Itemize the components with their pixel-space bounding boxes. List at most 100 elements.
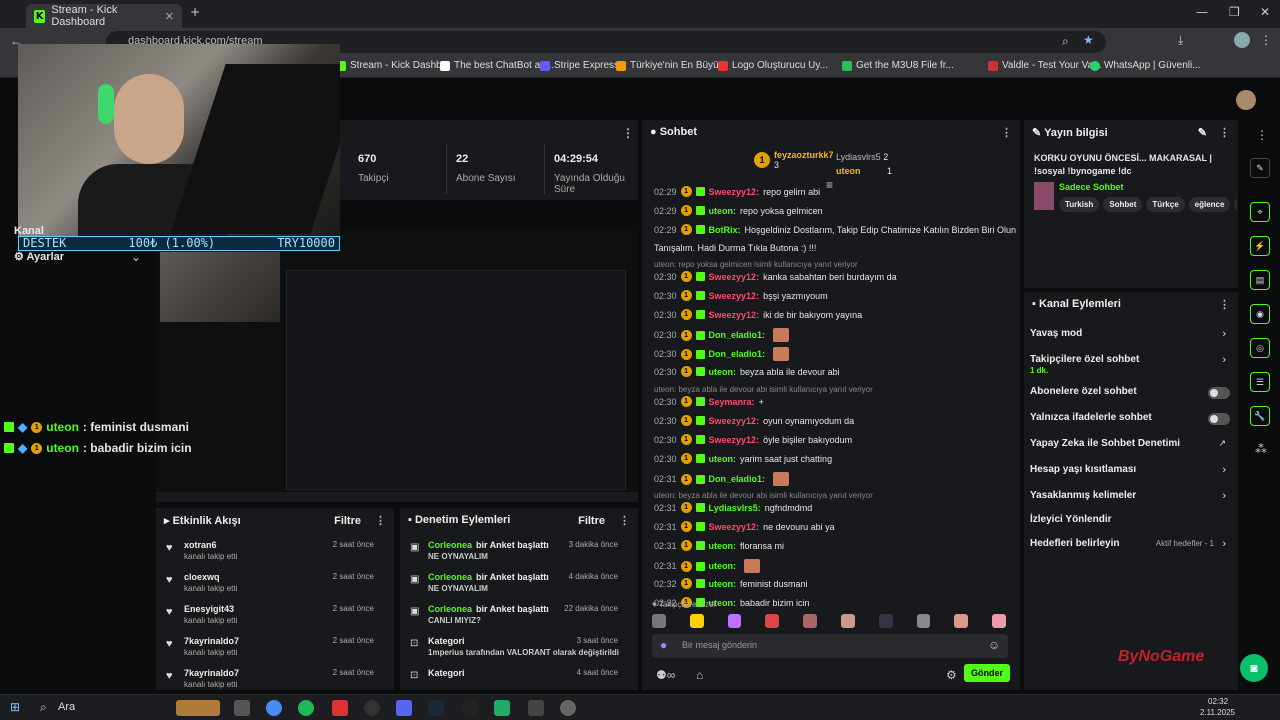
chat-username[interactable]: uteon: bbox=[709, 541, 737, 551]
chat-username[interactable]: uteon: bbox=[709, 561, 737, 571]
mic-icon[interactable]: ● bbox=[660, 638, 667, 652]
chat-username[interactable]: Don_eladio1: bbox=[709, 474, 766, 484]
menu-icon[interactable]: ⋮ bbox=[1260, 33, 1272, 47]
moderation-menu-icon[interactable]: ⋮ bbox=[619, 515, 630, 527]
emote[interactable] bbox=[992, 614, 1006, 628]
close-tab-icon[interactable]: ✕ bbox=[165, 10, 174, 23]
channel-action-item[interactable]: Yavaş mod › bbox=[1024, 328, 1238, 348]
collapse-icon[interactable]: ≡ bbox=[826, 178, 833, 192]
side-broadcast-button[interactable]: ◎ bbox=[1250, 338, 1270, 358]
bookmark-item[interactable]: WhatsApp | Güvenli... bbox=[1090, 60, 1201, 71]
chevron-right-icon[interactable]: › bbox=[1222, 538, 1226, 550]
chat-menu-icon[interactable]: ⋮ bbox=[1001, 126, 1012, 139]
chevron-down-icon[interactable]: ⌄ bbox=[131, 250, 141, 264]
chat-username[interactable]: Don_eladio1: bbox=[709, 330, 766, 340]
steam-icon[interactable] bbox=[428, 700, 444, 716]
chevron-right-icon[interactable]: › bbox=[1222, 490, 1226, 502]
external-link-icon[interactable]: ↗ bbox=[1218, 438, 1226, 449]
channel-action-item[interactable]: Abonelere özel sohbet bbox=[1024, 386, 1238, 406]
channel-action-item[interactable]: Takipçilere özel sohbet 1 dk. › bbox=[1024, 354, 1238, 375]
emote[interactable] bbox=[765, 614, 780, 628]
maximize-icon[interactable]: ❐ bbox=[1229, 5, 1240, 19]
emote[interactable] bbox=[878, 614, 893, 628]
app-icon[interactable] bbox=[528, 700, 544, 716]
moderation-item[interactable]: ⊡ Kategori 1mperius tarafından VALORANT ol… bbox=[410, 636, 628, 666]
emote[interactable] bbox=[727, 614, 742, 628]
taskbar-search[interactable]: Ara bbox=[58, 701, 75, 713]
side-chat-button[interactable]: ◉ bbox=[1250, 304, 1270, 324]
emote[interactable] bbox=[840, 614, 855, 628]
side-list-button[interactable]: ☰ bbox=[1250, 372, 1270, 392]
channel-action-item[interactable]: Yasaklanmış kelimeler › bbox=[1024, 490, 1238, 510]
side-menu-icon[interactable]: ⋮ bbox=[1256, 128, 1268, 142]
chat-username[interactable]: Sweezyy12: bbox=[709, 522, 760, 532]
chat-username[interactable]: Sweezyy12: bbox=[709, 187, 760, 197]
nav-ayarlar[interactable]: ⚙ Ayarlar bbox=[14, 250, 64, 263]
nav-kanal[interactable]: Kanal bbox=[14, 225, 44, 237]
activity-item[interactable]: ♥ Enesyigit43 kanalı takip etti 2 saat önce bbox=[166, 604, 384, 634]
close-window-icon[interactable]: ✕ bbox=[1260, 5, 1270, 19]
toggle-switch[interactable] bbox=[1208, 387, 1230, 399]
chat-username[interactable]: uteon: bbox=[709, 579, 737, 589]
app-icon[interactable] bbox=[494, 700, 510, 716]
bookmark-item[interactable]: Valdle - Test Your Va... bbox=[988, 60, 1102, 71]
activity-item[interactable]: ♥ 7kayrinaldo7 kanalı takip etti 2 saat önc… bbox=[166, 636, 384, 666]
minimize-icon[interactable]: — bbox=[1196, 5, 1208, 19]
category-name[interactable]: Sadece Sohbet bbox=[1059, 182, 1124, 192]
zoom-icon[interactable]: ⌕ bbox=[1062, 34, 1069, 49]
taskview-icon[interactable] bbox=[234, 700, 250, 716]
search-icon[interactable]: ⌕ bbox=[40, 700, 47, 715]
store-icon[interactable]: ⌂ bbox=[696, 668, 703, 682]
chat-settings-icon[interactable]: ⚙ bbox=[946, 668, 957, 682]
download-icon[interactable]: ⤓ bbox=[1178, 33, 1183, 48]
chat-username[interactable]: uteon: bbox=[709, 206, 737, 216]
emote[interactable] bbox=[954, 614, 969, 628]
emote[interactable] bbox=[652, 614, 666, 628]
channel-action-item[interactable]: Hesap yaşı kısıtlaması › bbox=[1024, 464, 1238, 484]
discord-icon[interactable] bbox=[396, 700, 412, 716]
chat-username[interactable]: uteon: bbox=[709, 367, 737, 377]
send-button[interactable]: Gönder bbox=[964, 664, 1010, 682]
activity-menu-icon[interactable]: ⋮ bbox=[375, 515, 386, 527]
emote[interactable] bbox=[803, 614, 817, 628]
activity-item[interactable]: ♥ cloexwq kanalı takip etti 2 saat önce bbox=[166, 572, 384, 602]
chat-username[interactable]: uteon: bbox=[709, 454, 737, 464]
side-edit-button[interactable]: ✎ bbox=[1250, 158, 1270, 178]
stats-menu-icon[interactable]: ⋮ bbox=[622, 126, 634, 140]
chat-username[interactable]: BotRix: bbox=[709, 225, 741, 235]
toggle-switch[interactable] bbox=[1208, 413, 1230, 425]
profile-avatar[interactable] bbox=[1234, 32, 1250, 48]
bookmark-item[interactable]: Logo Oluşturucu Uy... bbox=[718, 60, 828, 71]
obs-icon[interactable] bbox=[364, 700, 380, 716]
chat-username[interactable]: Sweezyy12: bbox=[709, 272, 760, 282]
bookmark-star-icon[interactable]: ★ bbox=[1083, 33, 1094, 47]
new-tab-icon[interactable]: + bbox=[190, 5, 200, 19]
moderation-filter-button[interactable]: Filtre bbox=[578, 515, 605, 527]
chat-username[interactable]: Sweezyy12: bbox=[709, 310, 760, 320]
browser-tab[interactable]: K Stream - Kick Dashboard ✕ bbox=[26, 4, 182, 28]
channel-action-item[interactable]: Yapay Zeka ile Sohbet Denetimi ↗ bbox=[1024, 438, 1238, 458]
chat-tools-icon[interactable]: ⚉∞ bbox=[656, 668, 675, 682]
emoji-icon[interactable]: ☺ bbox=[988, 638, 1000, 652]
stream-info-menu-icon[interactable]: ⋮ bbox=[1219, 127, 1230, 139]
spotify-icon[interactable] bbox=[298, 700, 314, 716]
side-doc-button[interactable]: ▤ bbox=[1250, 270, 1270, 290]
activity-filter-button[interactable]: Filtre bbox=[334, 515, 361, 527]
start-icon[interactable]: ⊞ bbox=[10, 700, 20, 714]
moderation-item[interactable]: ▣ Corleonea bir Anket başlattı CANLI MIYIZ?… bbox=[410, 604, 628, 634]
channel-actions-menu-icon[interactable]: ⋮ bbox=[1219, 298, 1230, 311]
epic-icon[interactable] bbox=[462, 700, 478, 716]
activity-item[interactable]: ♥ xotran6 kanalı takip etti 2 saat önce bbox=[166, 540, 384, 570]
chevron-right-icon[interactable]: › bbox=[1222, 464, 1226, 476]
support-chat-button[interactable]: ◙ bbox=[1240, 654, 1268, 682]
app-icon[interactable] bbox=[560, 700, 576, 716]
chrome-icon[interactable] bbox=[266, 700, 282, 716]
emote[interactable] bbox=[916, 614, 931, 628]
bookmark-item[interactable]: Get the M3U8 File fr... bbox=[842, 60, 954, 71]
chat-username[interactable]: Sweezyy12: bbox=[709, 435, 760, 445]
side-wrench-button[interactable]: 🔧 bbox=[1250, 406, 1270, 426]
channel-action-item[interactable]: Hedefleri belirleyin › Aktif hedefler - 1 bbox=[1024, 538, 1238, 558]
bookmark-item[interactable]: Stripe Express bbox=[540, 60, 619, 71]
chat-username[interactable]: Sweezyy12: bbox=[709, 291, 760, 301]
channel-action-item[interactable]: İzleyici Yönlendir bbox=[1024, 514, 1238, 534]
